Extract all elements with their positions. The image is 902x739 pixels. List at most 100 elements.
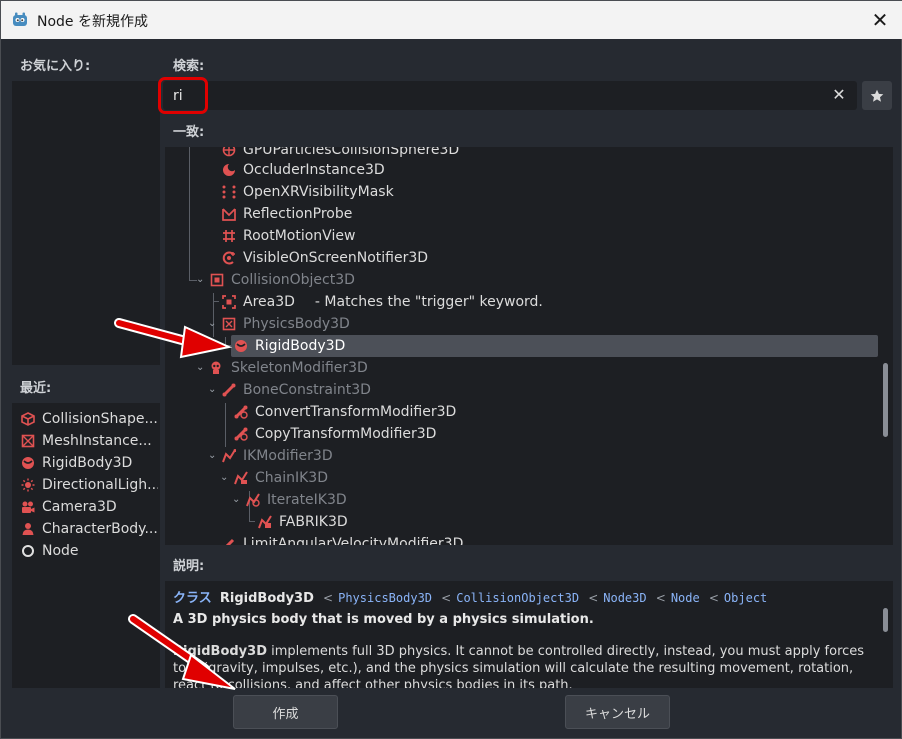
inheritance-link[interactable]: Object xyxy=(724,591,767,605)
tree-item-selected[interactable]: RigidBody3D xyxy=(234,335,345,357)
inheritance-link[interactable]: PhysicsBody3D xyxy=(338,591,432,605)
inheritance-separator: < xyxy=(323,591,334,605)
tree-item-label: FABRIK3D xyxy=(279,514,348,530)
create-node-dialog: Node を新規作成 ✕ お気に入り: 最近: CollisionShape..… xyxy=(0,0,902,739)
tree-item[interactable]: SkeletonModifier3D xyxy=(210,357,368,379)
search-input[interactable] xyxy=(173,86,813,106)
close-icon: ✕ xyxy=(871,8,889,32)
collapse-arrow-icon[interactable]: ⌄ xyxy=(196,363,206,373)
create-button[interactable]: 作成 xyxy=(233,695,338,729)
collapse-arrow-icon[interactable]: ⌄ xyxy=(220,473,230,483)
tree-item[interactable]: RootMotionView xyxy=(222,225,355,247)
tree-item-label: IKModifier3D xyxy=(243,448,333,464)
tree-item[interactable]: CollisionObject3D xyxy=(210,269,355,291)
favorite-toggle-button[interactable] xyxy=(862,81,892,110)
recent-item[interactable]: Camera3D xyxy=(20,496,158,518)
tree-item-label: VisibleOnScreenNotifier3D xyxy=(243,250,429,266)
inheritance-link[interactable]: CollisionObject3D xyxy=(456,591,579,605)
tree-item-label: LimitAngularVelocityModifier3D xyxy=(243,536,464,545)
tree-item-label: RootMotionView xyxy=(243,228,356,244)
recent-item[interactable]: CollisionShape... xyxy=(20,408,158,430)
tree-guide xyxy=(213,301,219,302)
clear-search-button[interactable]: ✕ xyxy=(829,85,849,105)
tree-item-label: Area3D xyxy=(243,294,295,310)
tree-item[interactable]: ChainIK3D xyxy=(234,467,328,489)
collapse-arrow-icon[interactable]: ⌄ xyxy=(208,319,218,329)
inheritance-link[interactable]: Node xyxy=(671,591,700,605)
camera-icon xyxy=(20,499,36,515)
tree-item-label: OccluderInstance3D xyxy=(243,162,385,178)
tree-item[interactable]: Area3D - Matches the "trigger" keyword. xyxy=(222,291,543,313)
tree-item-label: CopyTransformModifier3D xyxy=(255,426,437,442)
description-label: 説明: xyxy=(173,559,205,574)
rigid-body-icon xyxy=(235,340,247,352)
tree-item[interactable]: OpenXRVisibilityMask xyxy=(222,181,394,203)
close-button[interactable]: ✕ xyxy=(867,7,893,33)
recent-item[interactable]: RigidBody3D xyxy=(20,452,158,474)
tree-item-label: ConvertTransformModifier3D xyxy=(255,404,457,420)
limit-velocity-icon xyxy=(225,538,235,545)
tree-item[interactable]: LimitAngularVelocityModifier3D xyxy=(222,533,463,545)
tree-item[interactable]: BoneConstraint3D xyxy=(222,379,371,401)
class-prefix: クラス xyxy=(173,591,212,606)
tree-item-label: ChainIK3D xyxy=(255,470,328,486)
tree-guide xyxy=(189,147,190,281)
tree-guide xyxy=(225,345,231,346)
tree-item[interactable]: VisibleOnScreenNotifier3D xyxy=(222,247,428,269)
mesh-instance-icon xyxy=(20,433,36,449)
directional-light-icon xyxy=(20,477,36,493)
tree-item[interactable]: CopyTransformModifier3D xyxy=(234,423,436,445)
recent-item[interactable]: DirectionalLigh... xyxy=(20,474,158,496)
cancel-button[interactable]: キャンセル xyxy=(565,695,670,729)
recent-item-label: Node xyxy=(42,543,79,559)
collapse-arrow-icon[interactable]: ⌄ xyxy=(196,275,206,285)
tree-item[interactable]: PhysicsBody3D xyxy=(222,313,350,335)
chain-ik-icon xyxy=(234,471,248,485)
collision-shape-icon xyxy=(20,411,36,427)
keyword-match-note: - Matches the "trigger" keyword. xyxy=(314,294,543,310)
collapse-arrow-icon[interactable]: ⌄ xyxy=(232,495,242,505)
tree-scrollbar[interactable] xyxy=(883,363,888,437)
tree-item[interactable]: FABRIK3D xyxy=(258,511,348,533)
star-icon xyxy=(870,89,884,102)
tree-item-label: PhysicsBody3D xyxy=(243,316,350,332)
recent-list: CollisionShape... MeshInstance... RigidB… xyxy=(12,403,160,688)
recent-item-label: CollisionShape... xyxy=(42,411,158,427)
search-label: 検索: xyxy=(173,59,205,74)
recent-item-label: CharacterBody... xyxy=(42,521,158,537)
tree-item-label: CollisionObject3D xyxy=(231,272,355,288)
visible-notifier-icon xyxy=(222,251,235,265)
character-body-icon xyxy=(20,521,36,537)
tree-guide xyxy=(225,403,226,447)
tree-guide xyxy=(225,337,226,345)
godot-logo-icon xyxy=(13,12,27,26)
favorites-list[interactable] xyxy=(12,81,160,365)
tree-item[interactable]: OccluderInstance3D xyxy=(222,159,385,181)
description-body: RigidBody3D implements full 3D physics. … xyxy=(173,643,879,688)
tree-item[interactable]: IKModifier3D xyxy=(222,445,333,467)
close-icon: ✕ xyxy=(832,85,846,104)
inheritance-separator: < xyxy=(588,591,599,605)
visibility-mask-icon xyxy=(222,185,236,199)
inheritance-separator: < xyxy=(441,591,452,605)
inheritance-link[interactable]: Node3D xyxy=(603,591,646,605)
recent-item[interactable]: CharacterBody... xyxy=(20,518,158,540)
recent-item[interactable]: Node xyxy=(20,540,158,562)
ik-modifier-icon xyxy=(222,449,236,463)
collision-object-icon xyxy=(210,273,224,287)
description-text: implements full 3D physics. It cannot be… xyxy=(173,644,865,688)
description-class-ref: RigidBody3D xyxy=(173,644,267,659)
recent-item[interactable]: MeshInstance... xyxy=(20,430,158,452)
tree-item-label: IterateIK3D xyxy=(267,492,347,508)
tree-item[interactable]: ReflectionProbe xyxy=(222,203,352,225)
title-bar: Node を新規作成 ✕ xyxy=(1,1,902,39)
tree-item[interactable]: ConvertTransformModifier3D xyxy=(234,401,456,423)
description-scrollbar[interactable] xyxy=(883,608,888,632)
tree-item[interactable]: IterateIK3D xyxy=(246,489,347,511)
area-icon xyxy=(222,295,236,309)
collapse-arrow-icon[interactable]: ⌄ xyxy=(208,451,218,461)
skeleton-modifier-icon xyxy=(211,361,221,374)
collapse-arrow-icon[interactable]: ⌄ xyxy=(208,385,218,395)
search-box: ✕ xyxy=(163,81,857,110)
root-motion-icon xyxy=(223,230,235,242)
